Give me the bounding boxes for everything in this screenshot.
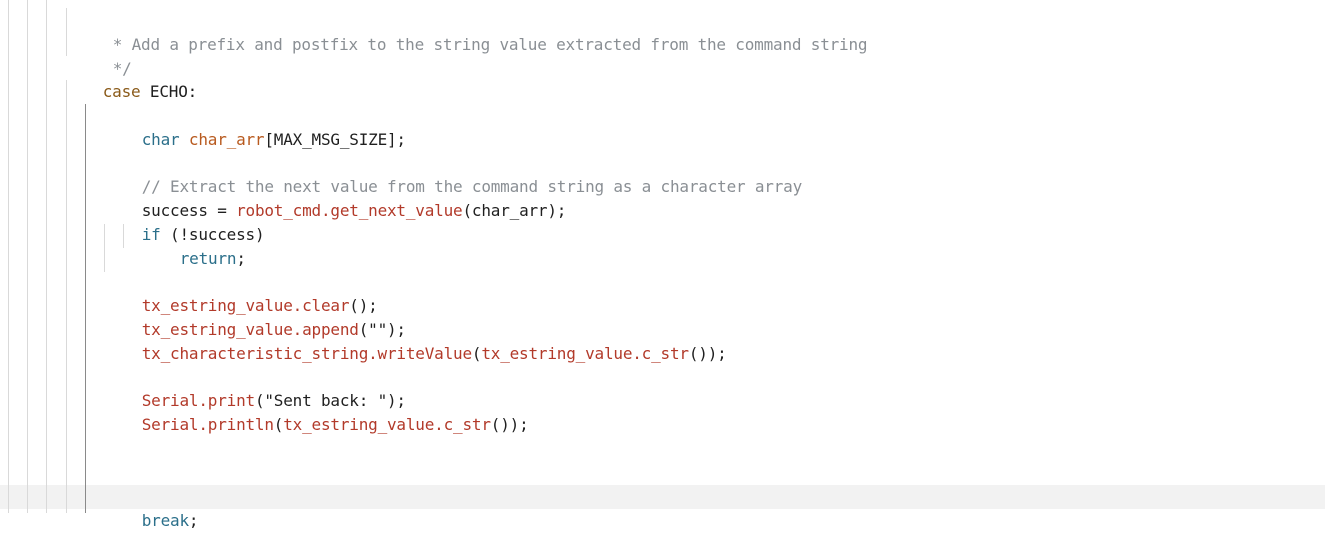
indent-guide <box>8 0 9 513</box>
code-line-clear: tx_estring_value.clear(); <box>104 270 378 315</box>
decl-type: char <box>141 130 180 149</box>
code-line-write: tx_characteristic_string.writeValue(tx_e… <box>141 344 727 363</box>
code-line-break: break; <box>104 485 199 530</box>
code-line-comment-end: */ <box>75 33 132 78</box>
indent-guide <box>46 0 47 513</box>
success-call: robot_cmd.get_next_value <box>236 201 463 220</box>
decl-name: char_arr <box>188 130 265 149</box>
current-line-highlight <box>0 485 1325 509</box>
case-keyword: case <box>102 82 141 101</box>
code-line-declaration: char char_arr[MAX_MSG_SIZE]; <box>104 104 406 149</box>
code-line-println: Serial.println(tx_estring_value.c_str())… <box>141 415 529 434</box>
write-end: ()); <box>688 344 727 363</box>
code-line-case: case ECHO: <box>65 56 198 101</box>
case-label: ECHO: <box>140 82 198 101</box>
indent-guide <box>66 80 67 513</box>
indent-guide <box>66 8 67 56</box>
println-end: ()); <box>490 415 529 434</box>
comment-text: * Add a prefix and postfix to the string… <box>112 35 868 54</box>
code-line-print: Serial.print("Sent back: "); <box>104 365 406 410</box>
indent-guide-active <box>85 104 86 513</box>
println-call: Serial.println <box>141 415 274 434</box>
decl-rest: [MAX_MSG_SIZE]; <box>264 130 406 149</box>
write-call: tx_characteristic_string.writeValue <box>141 344 472 363</box>
code-line-if: if (!success) <box>104 199 265 244</box>
break-end: ; <box>188 511 199 530</box>
return-keyword: return <box>179 249 237 268</box>
code-line-success: success = robot_cmd.get_next_value(char_… <box>104 175 567 220</box>
break-keyword: break <box>141 511 189 530</box>
return-end: ; <box>236 249 246 268</box>
write-arg: tx_estring_value.c_str <box>481 344 689 363</box>
indent-guide <box>27 0 28 513</box>
code-editor[interactable]: * Add a prefix and postfix to the string… <box>0 0 1325 530</box>
code-line-extract-comment: // Extract the next value from the comma… <box>104 151 803 196</box>
code-line-append: tx_estring_value.append(""); <box>104 294 406 339</box>
code-line-comment: * Add a prefix and postfix to the string… <box>75 9 868 54</box>
println-arg: tx_estring_value.c_str <box>283 415 491 434</box>
success-args: (char_arr); <box>462 201 567 220</box>
code-line-return: return; <box>142 223 246 268</box>
